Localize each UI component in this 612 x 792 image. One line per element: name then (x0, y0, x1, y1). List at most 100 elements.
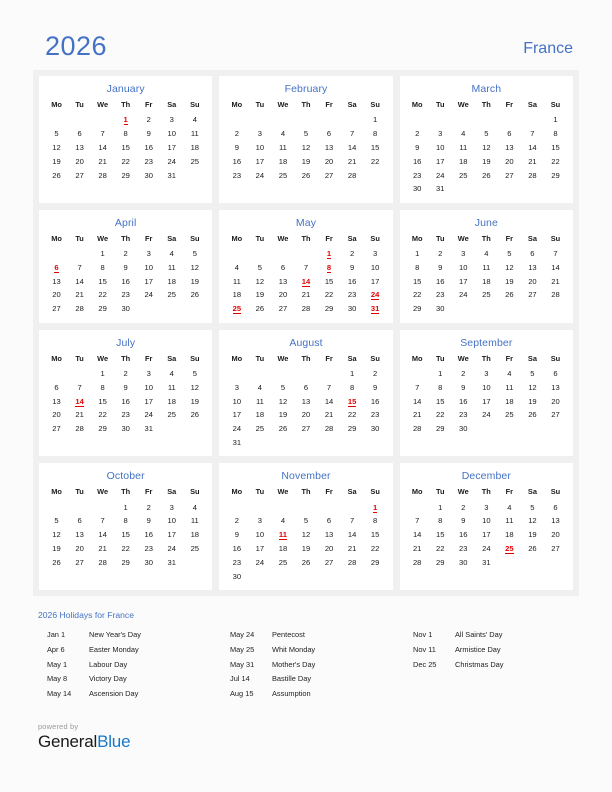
day-cell[interactable]: 27 (45, 422, 68, 436)
day-cell[interactable]: 7 (341, 127, 364, 141)
day-cell[interactable]: 16 (406, 154, 429, 168)
day-cell[interactable]: 10 (364, 260, 387, 274)
day-cell[interactable]: 18 (271, 154, 294, 168)
day-cell[interactable]: 5 (248, 260, 271, 274)
day-cell-holiday[interactable]: 6 (45, 260, 68, 274)
day-cell[interactable]: 13 (271, 274, 294, 288)
day-cell[interactable]: 9 (406, 141, 429, 155)
day-cell[interactable]: 8 (91, 380, 114, 394)
day-cell[interactable]: 27 (544, 408, 567, 422)
day-cell-holiday[interactable]: 24 (364, 288, 387, 302)
day-cell[interactable]: 4 (271, 127, 294, 141)
day-cell[interactable]: 30 (137, 168, 160, 182)
day-cell[interactable]: 1 (364, 113, 387, 127)
day-cell[interactable]: 29 (114, 168, 137, 182)
day-cell[interactable]: 22 (364, 542, 387, 556)
day-cell[interactable]: 26 (521, 542, 544, 556)
day-cell[interactable]: 26 (294, 168, 317, 182)
day-cell[interactable]: 13 (68, 141, 91, 155)
day-cell[interactable]: 19 (271, 408, 294, 422)
day-cell[interactable]: 10 (160, 514, 183, 528)
day-cell[interactable]: 5 (294, 127, 317, 141)
day-cell[interactable]: 28 (294, 302, 317, 316)
day-cell-holiday[interactable]: 1 (364, 500, 387, 514)
day-cell[interactable]: 28 (406, 422, 429, 436)
day-cell[interactable]: 20 (544, 528, 567, 542)
day-cell-holiday[interactable]: 25 (225, 302, 248, 316)
day-cell[interactable]: 21 (406, 542, 429, 556)
day-cell[interactable]: 18 (271, 542, 294, 556)
day-cell[interactable]: 19 (294, 542, 317, 556)
day-cell[interactable]: 31 (137, 422, 160, 436)
day-cell[interactable]: 11 (475, 260, 498, 274)
day-cell[interactable]: 29 (544, 168, 567, 182)
day-cell[interactable]: 18 (160, 274, 183, 288)
day-cell[interactable]: 13 (521, 260, 544, 274)
day-cell[interactable]: 21 (91, 154, 114, 168)
day-cell[interactable]: 7 (341, 514, 364, 528)
day-cell[interactable]: 24 (225, 422, 248, 436)
day-cell[interactable]: 25 (160, 408, 183, 422)
day-cell[interactable]: 12 (294, 141, 317, 155)
day-cell[interactable]: 18 (452, 154, 475, 168)
day-cell-holiday[interactable]: 14 (294, 274, 317, 288)
day-cell[interactable]: 5 (271, 380, 294, 394)
day-cell[interactable]: 19 (45, 542, 68, 556)
day-cell[interactable]: 25 (248, 422, 271, 436)
day-cell[interactable]: 30 (429, 302, 452, 316)
day-cell[interactable]: 9 (225, 528, 248, 542)
day-cell[interactable]: 27 (271, 302, 294, 316)
day-cell[interactable]: 26 (294, 555, 317, 569)
day-cell[interactable]: 8 (429, 380, 452, 394)
day-cell[interactable]: 8 (406, 260, 429, 274)
day-cell[interactable]: 11 (248, 394, 271, 408)
day-cell[interactable]: 21 (318, 408, 341, 422)
day-cell[interactable]: 25 (183, 542, 206, 556)
day-cell[interactable]: 4 (452, 127, 475, 141)
day-cell[interactable]: 7 (68, 260, 91, 274)
day-cell[interactable]: 16 (137, 528, 160, 542)
day-cell[interactable]: 22 (429, 408, 452, 422)
day-cell[interactable]: 15 (544, 141, 567, 155)
day-cell[interactable]: 5 (521, 500, 544, 514)
day-cell[interactable]: 25 (452, 168, 475, 182)
day-cell[interactable]: 27 (318, 555, 341, 569)
day-cell[interactable]: 25 (475, 288, 498, 302)
day-cell[interactable]: 6 (521, 247, 544, 261)
day-cell[interactable]: 5 (498, 247, 521, 261)
day-cell[interactable]: 16 (341, 274, 364, 288)
day-cell[interactable]: 6 (45, 380, 68, 394)
day-cell[interactable]: 1 (406, 247, 429, 261)
day-cell[interactable]: 18 (498, 528, 521, 542)
day-cell[interactable]: 29 (364, 555, 387, 569)
day-cell[interactable]: 31 (429, 182, 452, 196)
day-cell[interactable]: 23 (452, 542, 475, 556)
day-cell[interactable]: 23 (114, 408, 137, 422)
day-cell[interactable]: 12 (521, 380, 544, 394)
day-cell[interactable]: 31 (160, 555, 183, 569)
day-cell[interactable]: 15 (114, 141, 137, 155)
day-cell[interactable]: 19 (475, 154, 498, 168)
day-cell[interactable]: 28 (341, 168, 364, 182)
day-cell[interactable]: 17 (452, 274, 475, 288)
day-cell[interactable]: 2 (341, 247, 364, 261)
day-cell[interactable]: 28 (544, 288, 567, 302)
day-cell[interactable]: 11 (452, 141, 475, 155)
day-cell[interactable]: 23 (225, 555, 248, 569)
day-cell[interactable]: 1 (341, 367, 364, 381)
day-cell[interactable]: 20 (45, 408, 68, 422)
day-cell[interactable]: 11 (225, 274, 248, 288)
day-cell[interactable]: 3 (160, 113, 183, 127)
day-cell[interactable]: 9 (114, 260, 137, 274)
day-cell[interactable]: 16 (137, 141, 160, 155)
day-cell[interactable]: 24 (160, 154, 183, 168)
day-cell[interactable]: 28 (68, 302, 91, 316)
day-cell[interactable]: 22 (544, 154, 567, 168)
day-cell[interactable]: 29 (91, 302, 114, 316)
day-cell[interactable]: 8 (114, 127, 137, 141)
day-cell[interactable]: 2 (114, 367, 137, 381)
day-cell[interactable]: 10 (248, 528, 271, 542)
day-cell[interactable]: 25 (271, 168, 294, 182)
day-cell[interactable]: 2 (225, 127, 248, 141)
day-cell[interactable]: 29 (341, 422, 364, 436)
